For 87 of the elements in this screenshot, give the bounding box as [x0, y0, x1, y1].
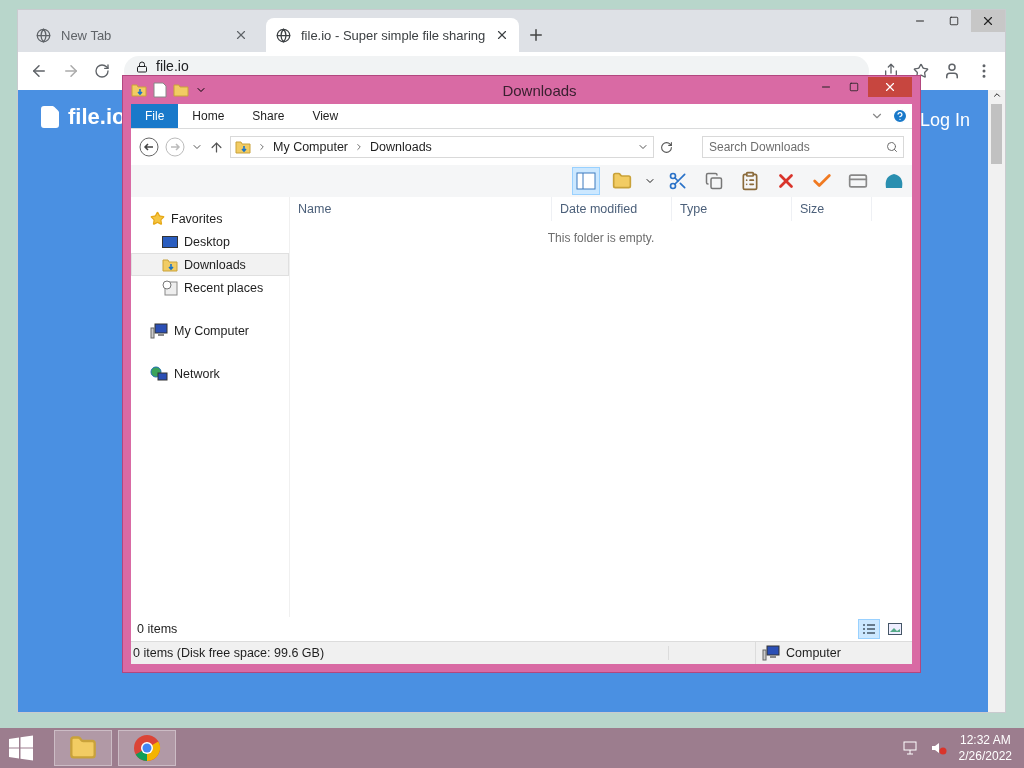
shell-icon — [884, 172, 904, 190]
nav-item[interactable]: Recent places — [131, 276, 289, 299]
up-icon[interactable] — [209, 139, 224, 155]
maximize-icon — [849, 82, 859, 92]
computer-icon — [762, 645, 780, 661]
pane-icon — [576, 172, 596, 190]
nav-label: Recent places — [184, 280, 264, 295]
computer-icon — [150, 322, 168, 339]
clock[interactable]: 12:32 AM 2/26/2022 — [958, 732, 1012, 764]
forward-icon[interactable] — [165, 137, 185, 157]
column-header[interactable]: Type — [672, 197, 792, 221]
scissors-icon — [668, 171, 688, 191]
forward-icon[interactable] — [62, 62, 80, 80]
nav-label: Network — [174, 366, 220, 381]
network-icon[interactable] — [902, 740, 919, 756]
item-count: 0 items — [137, 622, 178, 636]
network-icon — [150, 365, 168, 382]
date-text: 2/26/2022 — [958, 748, 1012, 764]
scroll-up-icon[interactable] — [991, 90, 1002, 100]
folder-icon — [173, 82, 189, 98]
status-text: 0 items (Disk free space: 99.6 GB) — [131, 646, 669, 660]
time-text: 12:32 AM — [959, 732, 1011, 748]
address-text: file.io — [156, 58, 189, 74]
profile-icon[interactable] — [943, 62, 961, 80]
column-header[interactable]: Size — [792, 197, 872, 221]
nav-item[interactable]: Favorites — [131, 207, 289, 230]
clock-document-icon — [162, 279, 178, 296]
view-button[interactable] — [858, 619, 880, 639]
copy-icon — [705, 172, 723, 190]
maximize-icon — [949, 16, 959, 26]
back-icon[interactable] — [139, 137, 159, 157]
breadcrumb-item[interactable]: Downloads — [370, 140, 432, 154]
back-icon[interactable] — [30, 62, 48, 80]
lock-icon — [136, 61, 148, 73]
ribbon-tab[interactable]: Share — [238, 104, 299, 128]
reload-icon[interactable] — [94, 63, 110, 79]
star-icon — [150, 211, 165, 226]
nav-item[interactable]: Desktop — [131, 230, 289, 253]
globe-icon — [36, 27, 51, 43]
file-menu-button[interactable]: File — [131, 104, 179, 128]
address-field[interactable]: My Computer Downloads — [230, 136, 654, 158]
file-icon — [38, 105, 62, 129]
start-icon[interactable] — [8, 735, 34, 761]
download-folder-icon — [162, 256, 178, 273]
status-location: Computer — [786, 646, 841, 660]
breadcrumb-item[interactable]: My Computer — [273, 140, 349, 154]
column-header[interactable]: Name — [290, 197, 552, 221]
refresh-icon[interactable] — [660, 140, 673, 154]
folder-icon — [69, 734, 97, 762]
download-folder-icon — [131, 82, 147, 98]
nav-label: My Computer — [174, 323, 250, 338]
details-view-icon — [862, 623, 876, 635]
search-field[interactable]: Search Downloads — [702, 136, 904, 158]
muted-speaker-icon[interactable] — [930, 740, 947, 756]
nav-label: Desktop — [184, 234, 230, 249]
nav-item[interactable]: Downloads — [131, 253, 289, 276]
browser-taskbar-button[interactable] — [118, 730, 176, 766]
scrollbar-thumb[interactable] — [991, 104, 1002, 164]
empty-folder-message: This folder is empty. — [546, 231, 656, 245]
ribbon-tab[interactable]: Home — [178, 104, 239, 128]
chevron-icon — [257, 142, 267, 152]
close-button[interactable] — [971, 10, 1005, 32]
document-icon[interactable] — [153, 82, 167, 98]
close-icon — [883, 80, 897, 94]
nav-item[interactable]: Network — [131, 362, 289, 385]
close-icon — [981, 14, 995, 28]
clipboard-icon — [740, 171, 760, 191]
preview-pane-button[interactable] — [572, 167, 600, 195]
ribbon-tab[interactable]: View — [298, 104, 353, 128]
download-folder-icon — [235, 139, 251, 155]
help-icon[interactable] — [892, 108, 908, 124]
card-icon — [848, 171, 868, 191]
close-icon[interactable] — [234, 28, 248, 42]
search-icon[interactable] — [886, 141, 898, 153]
browser-tab[interactable]: New Tab — [26, 18, 258, 52]
monitor-icon — [162, 235, 178, 248]
nav-item[interactable]: My Computer — [131, 319, 289, 342]
scrollbar[interactable] — [988, 90, 1005, 712]
globe-icon — [276, 27, 291, 43]
browser-tab[interactable]: file.io - Super simple file sharing — [266, 18, 520, 52]
folder-icon — [612, 171, 632, 191]
bookmark-star-icon[interactable] — [913, 63, 929, 79]
browser-logo-icon — [133, 734, 161, 762]
nav-label: Favorites — [171, 211, 223, 226]
nav-label: Downloads — [184, 257, 246, 272]
column-header[interactable]: Date modified — [552, 197, 672, 221]
thumbnail-view-icon — [888, 623, 902, 635]
